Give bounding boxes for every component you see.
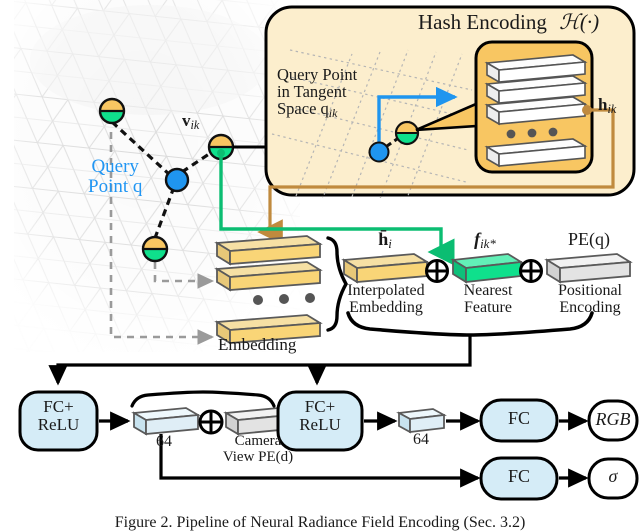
hidden-concat-brace [130, 390, 276, 408]
tangent-query-label: Query Point in Tangent Space qik [277, 66, 357, 120]
tangent-query-point [368, 141, 390, 163]
mesh-vertex-bottom [141, 235, 169, 263]
interpolated-caption: Interpolated Embedding [347, 282, 425, 316]
query-point-label: Query Point q [88, 157, 142, 197]
hidden-2-label: 64 [413, 431, 429, 448]
figure-pipeline: Hash Encoding ℋ(·) Query Point in Tangen… [0, 0, 640, 531]
tangent-query-line3: Space qik [277, 99, 338, 121]
output-rgb-label: RGB [595, 409, 631, 429]
fc-relu-1-label: FC+ ReLU [37, 397, 80, 434]
hidden-1-label: 64 [156, 433, 172, 450]
hidden-feature-slab-2 [396, 408, 447, 434]
tangent-vertex-marker [394, 120, 420, 146]
interpolated-symbol: h̄i [378, 229, 392, 252]
positional-encoding-slab [544, 253, 633, 284]
fc-relu-2-label: FC+ ReLU [299, 397, 341, 434]
nearest-symbol: fik* [474, 229, 496, 252]
vertex-symbol-label: vik [182, 111, 200, 133]
output-sigma-label: σ [608, 466, 618, 486]
plus-operator-3 [198, 409, 224, 435]
tangent-query-line2: in Tangent [277, 82, 347, 102]
nearest-caption: Nearest Feature [463, 282, 513, 316]
nearest-feature-slab [450, 253, 524, 284]
hash-output-symbol: hik [598, 95, 617, 117]
plus-operator-2 [519, 259, 543, 283]
camera-view-label: Camera View PE(d) [222, 433, 294, 465]
feature-concat-brace [346, 311, 594, 337]
embedding-label: Embedding [218, 335, 297, 354]
plus-operator-1 [425, 259, 449, 283]
fc-sigma-label: FC [507, 466, 531, 486]
hash-encoding-title: Hash Encoding ℋ(·) [418, 10, 600, 34]
query-point-marker [164, 167, 190, 193]
query-point-line2: Point q [88, 175, 143, 197]
hidden-feature-slab-1 [131, 407, 201, 436]
mesh-vertex-top [98, 97, 126, 125]
fc-rgb-label: FC [507, 408, 531, 428]
positional-symbol: PE(q) [568, 229, 610, 249]
tangent-query-line1: Query Point [277, 65, 358, 84]
interpolated-embedding-slab [341, 253, 430, 284]
positional-caption: Positional Encoding [557, 282, 622, 316]
hash-encoding-title-text: Hash Encoding [418, 10, 547, 34]
query-point-line1: Query [91, 156, 139, 177]
hash-encoding-operator: ℋ(·) [559, 10, 600, 34]
figure-caption: Figure 2. Pipeline of Neural Radiance Fi… [114, 514, 526, 531]
